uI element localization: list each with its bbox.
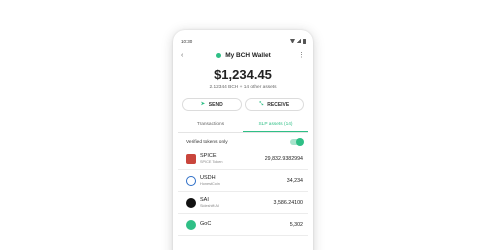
receive-icon: ⤡ [259,101,264,107]
token-info: USDH HonestCoin [200,175,287,186]
action-buttons: ➤ SEND ⤡ RECEIVE [178,98,308,111]
token-symbol: GoC [200,221,212,227]
chevron-left-icon[interactable]: ‹ [181,52,189,59]
wallet-screen: 10:30 ‹ My BCH Wallet ⋮ $1,234.45 2.1234… [178,36,308,250]
status-bar: 10:30 [178,36,308,46]
sai-token-icon [186,197,196,208]
token-amount: 3,586.24100 [273,199,303,206]
wallet-status-dot [216,52,222,58]
send-label: SEND [208,101,223,108]
receive-button[interactable]: ⤡ RECEIVE [244,98,304,111]
wifi-icon [290,39,295,43]
token-name: Sideshift AI [200,204,219,208]
verified-toggle[interactable] [290,138,304,146]
token-row[interactable]: SPICE SPICE Token 29,832.9382994 [178,148,308,170]
token-info: GoC [200,221,290,228]
verified-filter-label: Verified tokens only [186,139,228,145]
wallet-title-text: My BCH Wallet [225,51,271,59]
verified-filter-row: Verified tokens only [178,136,308,148]
tab-slp-assets[interactable]: SLP assets (14) [243,119,308,132]
token-amount: 5,302 [289,221,303,228]
signal-icon [297,39,301,43]
token-amount: 34,234 [286,177,303,184]
token-info: SAI Sideshift AI [200,197,274,208]
balance-subtitle: 2.12344 BCH + 14 other assets [209,85,277,90]
token-symbol: SPICE [200,153,217,159]
tab-transactions[interactable]: Transactions [178,119,243,132]
app-bar: ‹ My BCH Wallet ⋮ [178,46,308,64]
toggle-knob [296,138,304,146]
token-name: HonestCoin [200,182,220,186]
token-amount: 29,832.9382994 [264,155,303,162]
tab-bar: Transactions SLP assets (14) [178,119,308,133]
balance-amount: $1,234.45 [214,67,272,82]
token-symbol: SAI [200,197,209,203]
send-icon: ➤ [200,101,205,107]
status-time: 10:30 [181,38,193,44]
usdh-token-icon [186,175,196,186]
token-name: SPICE Token [200,160,223,164]
phone-frame: 10:30 ‹ My BCH Wallet ⋮ $1,234.45 2.1234… [173,30,313,250]
token-info: SPICE SPICE Token [200,153,265,164]
goc-token-icon [186,219,196,230]
receive-label: RECEIVE [267,101,290,108]
battery-icon [303,38,306,44]
more-vertical-icon[interactable]: ⋮ [298,52,305,59]
wallet-title: My BCH Wallet [216,52,271,59]
token-symbol: USDH [200,175,216,181]
token-row[interactable]: GoC 5,302 [178,214,308,236]
spice-token-icon [186,153,196,164]
send-button[interactable]: ➤ SEND [182,98,242,111]
status-icons [290,38,306,44]
token-row[interactable]: USDH HonestCoin 34,234 [178,170,308,192]
token-row[interactable]: SAI Sideshift AI 3,586.24100 [178,192,308,214]
